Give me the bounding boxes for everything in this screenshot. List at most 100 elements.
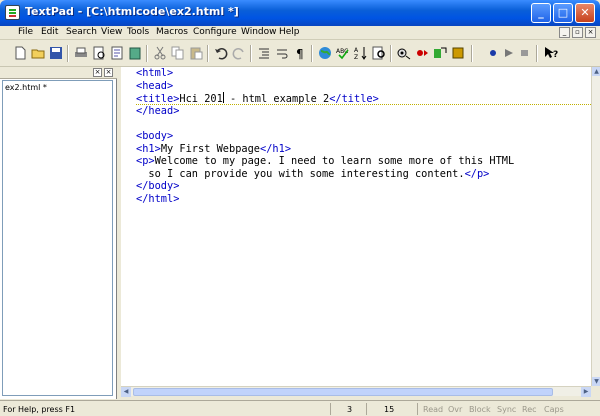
svg-text:¶: ¶	[296, 47, 304, 60]
scroll-right-arrow-icon[interactable]: ▶	[581, 387, 591, 397]
html-tag-token: </h1>	[260, 142, 292, 155]
document-selector: × × ex2.html *	[0, 67, 117, 399]
open-folder-icon[interactable]	[31, 46, 45, 60]
text-token: - html example 2	[223, 93, 330, 106]
doc-restore-button[interactable]: ▫	[572, 27, 583, 38]
text-token: My First Webpage	[160, 142, 261, 155]
print-icon[interactable]	[74, 46, 88, 60]
redo-icon[interactable]	[232, 46, 246, 60]
vertical-scrollbar[interactable]: ▲ ▼	[591, 67, 600, 386]
scroll-corner	[591, 386, 600, 396]
scroll-left-arrow-icon[interactable]: ◀	[121, 387, 131, 397]
sort-icon[interactable]: AZ	[354, 46, 368, 60]
code-line[interactable]: <html>	[136, 67, 591, 80]
html-tag-token: </title>	[329, 93, 379, 106]
undo-icon[interactable]	[214, 46, 228, 60]
code-line[interactable]: </head>	[136, 105, 591, 118]
svg-text:?: ?	[553, 50, 558, 60]
menu-file[interactable]: File	[18, 27, 33, 37]
menu-search[interactable]: Search	[66, 27, 97, 37]
code-line[interactable]: <p>Welcome to my page. I need to learn s…	[136, 155, 591, 168]
code-line[interactable]: <body>	[136, 130, 591, 143]
page-icon[interactable]	[110, 46, 124, 60]
find-in-files-icon[interactable]	[372, 46, 386, 60]
replace-icon[interactable]	[433, 46, 447, 60]
find-next-icon[interactable]	[415, 46, 429, 60]
editor-gutter	[121, 67, 127, 386]
code-line[interactable]: <h1>My First Webpage</h1>	[136, 143, 591, 156]
text-editor[interactable]: <html> <head> <title>Hci 201 - html exampl…	[121, 67, 591, 386]
sidebar-close-button[interactable]: ×	[104, 68, 113, 77]
menu-tools[interactable]: Tools	[127, 27, 149, 37]
status-line: 3	[347, 405, 353, 414]
code-line[interactable]: <head>	[136, 80, 591, 93]
scroll-down-arrow-icon[interactable]: ▼	[592, 377, 600, 386]
spellcheck-icon[interactable]: ABC	[336, 46, 350, 60]
html-tag-token: <title>	[136, 93, 180, 106]
doc-minimize-button[interactable]: _	[559, 27, 570, 38]
html-tag-token: </body>	[136, 180, 180, 193]
html-tag-token: </p>	[464, 167, 490, 180]
status-rec: Rec	[522, 405, 537, 414]
svg-text:Z: Z	[354, 54, 358, 60]
wordwrap-icon[interactable]	[275, 46, 289, 60]
maximize-button[interactable]: □	[553, 3, 573, 23]
macro-icon[interactable]	[451, 46, 465, 60]
find-icon[interactable]	[397, 46, 411, 60]
stop-icon[interactable]	[518, 46, 532, 60]
save-icon[interactable]	[49, 46, 63, 60]
status-sync: Sync	[497, 405, 517, 414]
play-icon[interactable]	[502, 46, 516, 60]
status-caps: Caps	[544, 405, 564, 414]
record-icon[interactable]	[486, 46, 500, 60]
title-bar[interactable]: TextPad - [C:\htmlcode\ex2.html *] _ □ ✕	[0, 0, 600, 26]
code-line[interactable]: <title>Hci 201 - html example 2</title>	[136, 92, 591, 105]
text-token: so I can provide you with some interesti…	[136, 167, 465, 180]
textpad-app-icon[interactable]	[5, 5, 20, 20]
web-icon[interactable]	[318, 46, 332, 60]
text-token: Welcome to my page. I need to learn some…	[154, 155, 515, 168]
code-line[interactable]: so I can provide you with some interesti…	[136, 168, 591, 181]
menu-view[interactable]: View	[101, 27, 122, 37]
cut-icon[interactable]	[153, 46, 167, 60]
paragraph-icon[interactable]: ¶	[293, 46, 307, 60]
indent-icon[interactable]	[257, 46, 271, 60]
status-column: 15	[384, 405, 395, 414]
help-pointer-icon[interactable]: ?	[544, 46, 558, 60]
menu-help[interactable]: Help	[279, 27, 300, 37]
html-tag-token: <head>	[136, 79, 174, 92]
minimize-button[interactable]: _	[531, 3, 551, 23]
html-tag-token: </html>	[136, 192, 180, 205]
code-line[interactable]: </html>	[136, 193, 591, 206]
horizontal-scrollbar[interactable]: ◀ ▶	[121, 386, 591, 397]
new-file-icon[interactable]	[13, 46, 27, 60]
html-tag-token: <body>	[136, 129, 174, 142]
html-tag-token: </head>	[136, 104, 180, 117]
doc-close-button[interactable]: ×	[585, 27, 596, 38]
copy-icon[interactable]	[171, 46, 185, 60]
svg-text:A: A	[354, 47, 359, 54]
code-line[interactable]: ​	[136, 117, 591, 130]
document-selector-header: × ×	[0, 67, 117, 79]
code-area[interactable]: <html> <head> <title>Hci 201 - html exampl…	[136, 67, 591, 206]
document-item-ex2[interactable]: ex2.html *	[5, 83, 47, 92]
status-read: Read	[423, 405, 444, 414]
html-tag-token: <h1>	[136, 142, 161, 155]
scroll-up-arrow-icon[interactable]: ▲	[592, 67, 600, 76]
menu-configure[interactable]: Configure	[193, 27, 237, 37]
code-line[interactable]: </body>	[136, 180, 591, 193]
html-tag-token: <p>	[136, 155, 155, 168]
toolbar: ¶ ABC AZ ?	[0, 41, 600, 67]
print-preview-icon[interactable]	[92, 46, 106, 60]
clipboard-icon[interactable]	[128, 46, 142, 60]
horizontal-scroll-thumb[interactable]	[133, 388, 553, 396]
paste-icon[interactable]	[189, 46, 203, 60]
pin-button[interactable]: ×	[93, 68, 102, 77]
close-button[interactable]: ✕	[575, 3, 595, 23]
menu-window[interactable]: Window	[241, 27, 277, 37]
menu-edit[interactable]: Edit	[41, 27, 58, 37]
document-list: ex2.html *	[2, 80, 113, 396]
status-block: Block	[469, 405, 491, 414]
menu-bar: File Edit Search View Tools Macros Confi…	[0, 26, 600, 40]
menu-macros[interactable]: Macros	[156, 27, 188, 37]
